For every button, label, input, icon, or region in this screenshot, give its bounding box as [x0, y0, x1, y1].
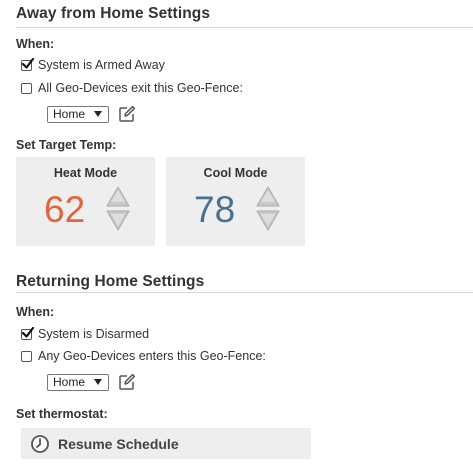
- geofence-settings-panel: Away from Home Settings When: System is …: [0, 0, 473, 472]
- check-icon: [21, 57, 35, 69]
- geo-exit-row[interactable]: All Geo-Devices exit this Geo-Fence:: [21, 80, 243, 96]
- disarmed-checkbox[interactable]: [21, 326, 35, 340]
- chevron-down-icon: [94, 379, 102, 385]
- geo-enter-label: Any Geo-Devices enters this Geo-Fence:: [38, 349, 266, 363]
- triangle-down-icon[interactable]: [256, 210, 280, 231]
- target-temp-label: Set Target Temp:: [16, 138, 117, 152]
- disarmed-label: System is Disarmed: [38, 327, 150, 341]
- chevron-down-icon: [94, 111, 102, 117]
- geo-exit-label: All Geo-Devices exit this Geo-Fence:: [38, 81, 243, 95]
- cool-stepper: [256, 186, 280, 231]
- away-section-title: Away from Home Settings: [16, 5, 211, 22]
- heat-stepper: [106, 186, 130, 231]
- geo-enter-row[interactable]: Any Geo-Devices enters this Geo-Fence:: [21, 348, 266, 364]
- heat-mode-value: 62: [44, 189, 86, 230]
- triangle-up-icon[interactable]: [256, 186, 280, 207]
- resume-schedule-label: Resume Schedule: [58, 435, 179, 452]
- disarmed-row[interactable]: System is Disarmed: [21, 326, 149, 342]
- returning-section-divider: [16, 292, 473, 293]
- returning-when-label: When:: [16, 305, 55, 319]
- away-section-divider: [16, 27, 473, 28]
- armed-away-label: System is Armed Away: [38, 58, 165, 72]
- heat-mode-card: Heat Mode 62: [16, 157, 155, 246]
- away-when-label: When:: [16, 37, 55, 51]
- set-thermostat-label: Set thermostat:: [16, 407, 108, 421]
- cool-mode-value: 78: [194, 189, 236, 230]
- clock-icon: [31, 434, 49, 453]
- armed-away-checkbox[interactable]: [21, 57, 35, 71]
- triangle-up-icon[interactable]: [106, 186, 130, 207]
- triangle-down-icon[interactable]: [106, 210, 130, 231]
- geo-enter-checkbox[interactable]: [21, 350, 32, 362]
- away-geofence-select[interactable]: Home: [47, 106, 109, 123]
- check-icon: [21, 326, 35, 338]
- armed-away-row[interactable]: System is Armed Away: [21, 57, 165, 73]
- heat-mode-title: Heat Mode: [53, 166, 118, 180]
- cool-mode-title: Cool Mode: [203, 166, 268, 180]
- pencil-edit-icon[interactable]: [117, 104, 137, 124]
- returning-geofence-selected: Home: [53, 375, 86, 389]
- resume-schedule-button[interactable]: Resume Schedule: [21, 428, 311, 459]
- returning-geofence-select[interactable]: Home: [47, 374, 109, 391]
- cool-mode-card: Cool Mode 78: [166, 157, 305, 246]
- pencil-edit-icon[interactable]: [117, 372, 137, 392]
- geo-exit-checkbox[interactable]: [21, 82, 32, 94]
- returning-section-title: Returning Home Settings: [16, 273, 205, 290]
- away-geofence-selected: Home: [53, 107, 86, 121]
